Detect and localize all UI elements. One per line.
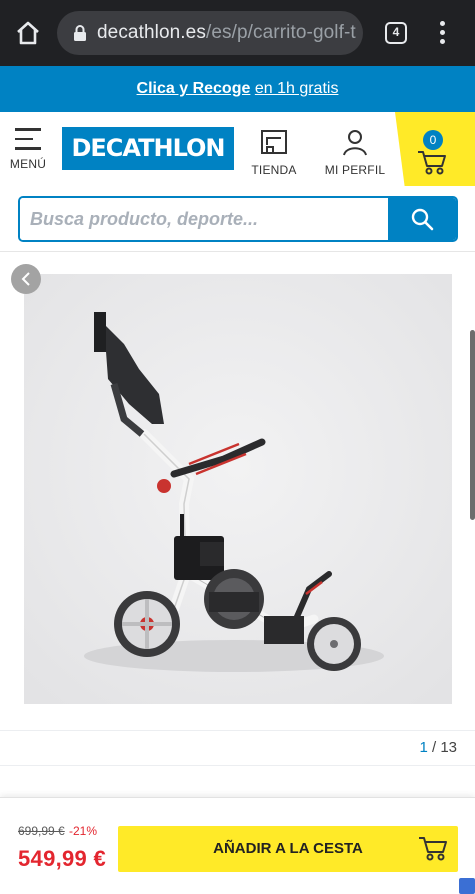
browser-toolbar: decathlon.es/es/p/carrito-golf-t 4 xyxy=(0,0,475,66)
store-button[interactable]: TIENDA xyxy=(248,128,300,190)
search-section xyxy=(0,190,475,252)
user-icon xyxy=(343,130,367,156)
store-icon xyxy=(261,130,287,154)
chat-widget-icon[interactable] xyxy=(459,878,475,894)
pager-text: 1 / 13 xyxy=(419,739,457,756)
promo-banner: Clica y Recoge en 1h gratis xyxy=(0,66,475,112)
pager-separator: / xyxy=(427,739,441,756)
address-bar[interactable]: decathlon.es/es/p/carrito-golf-t xyxy=(57,11,363,55)
cart-button[interactable]: 0 xyxy=(395,112,475,186)
purchase-bar: 699,99 € -21% 549,99 € AÑADIR A LA CESTA xyxy=(0,797,475,894)
home-icon[interactable] xyxy=(14,19,42,47)
scrollbar[interactable] xyxy=(470,330,475,520)
menu-label: MENÚ xyxy=(9,156,47,171)
golf-trolley-illustration xyxy=(24,274,452,704)
hamburger-icon xyxy=(15,128,41,150)
lock-icon xyxy=(74,25,86,41)
chevron-left-icon xyxy=(21,272,30,286)
profile-button[interactable]: MI PERFIL xyxy=(322,128,388,190)
profile-label: MI PERFIL xyxy=(324,163,386,177)
url-path: /es/p/carrito-golf-t xyxy=(205,22,356,43)
cart-icon xyxy=(419,837,447,861)
product-image[interactable] xyxy=(24,274,452,704)
browser-menu-icon[interactable] xyxy=(432,18,452,48)
search-input[interactable] xyxy=(20,198,390,240)
url-domain: decathlon.es xyxy=(97,22,206,43)
promo-link[interactable]: Clica y Recoge xyxy=(137,80,251,97)
old-price: 699,99 € xyxy=(18,824,65,838)
decathlon-logo[interactable]: DECATHLON xyxy=(62,127,234,170)
store-label: TIENDA xyxy=(251,163,297,177)
add-to-cart-label: AÑADIR A LA CESTA xyxy=(213,840,363,857)
search-box xyxy=(18,196,458,242)
pager-total: 13 xyxy=(440,739,457,756)
pager-current: 1 xyxy=(419,739,428,756)
cart-icon xyxy=(418,151,446,175)
tab-switcher-button[interactable]: 4 xyxy=(385,22,407,44)
discount-badge: -21% xyxy=(69,824,98,838)
search-icon xyxy=(411,208,434,231)
product-gallery xyxy=(0,252,475,730)
previous-image-button[interactable] xyxy=(11,264,41,294)
current-price: 549,99 € xyxy=(18,846,107,871)
cart-count-badge: 0 xyxy=(423,130,443,150)
promo-suffix[interactable]: en 1h gratis xyxy=(255,80,339,97)
url-text: decathlon.es/es/p/carrito-golf-t xyxy=(97,22,356,44)
menu-button[interactable]: MENÚ xyxy=(8,124,48,184)
search-button[interactable] xyxy=(388,198,456,240)
gallery-pager: 1 / 13 xyxy=(0,730,475,766)
add-to-cart-button[interactable]: AÑADIR A LA CESTA xyxy=(118,826,458,872)
